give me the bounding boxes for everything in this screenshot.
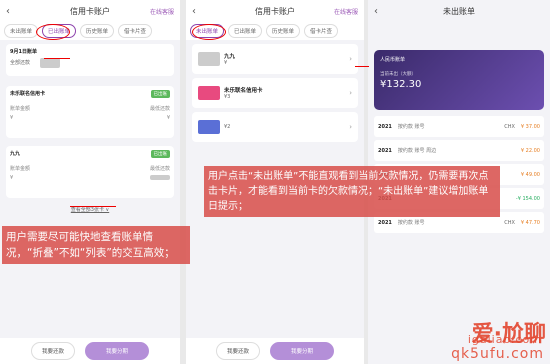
page-title: 信用卡账户 [255,6,295,16]
nav-bar: ‹ 信用卡账户 在线客服 [0,0,180,22]
back-icon[interactable]: ‹ [192,6,196,17]
annotation-right: 用户点击“未出账单”不能直观看到当前欠款情况，仍需要再次点击卡片，才能看到当前卡… [204,166,500,217]
card-sub: ¥3 [224,94,231,100]
bill-date: 9月1日账单 [10,49,37,55]
tab-cards[interactable]: 借卡片查 [304,24,339,38]
card-name: 九九 [224,54,236,60]
blurred-value [150,175,170,180]
tx-amount: ¥ 37.00 [520,123,540,130]
bill-sub: 全部还款 [10,60,31,66]
highlight-ellipse [36,24,70,40]
expand-link[interactable]: 查看全部3张卡 ∨ [0,206,180,213]
tab-history[interactable]: 历史账单 [80,24,115,38]
card-row[interactable]: 九九 ¥ › [192,44,358,74]
label: 最低还款 [149,166,170,172]
card-name: 未乐联名信用卡 [224,88,263,94]
card-item[interactable]: 九九 已出账 账单金额 最低还款 ¥ [6,146,174,198]
tx-desc: 按约款 账号 周边 [397,148,437,154]
card-row[interactable]: 未乐联名信用卡 ¥3 › [192,78,358,108]
card-thumbnail [198,86,220,100]
nav-bar: ‹ 信用卡账户 在线客服 [186,0,364,22]
back-icon[interactable]: ‹ [6,6,10,17]
card-sub: ¥ [224,60,228,66]
back-icon[interactable]: ‹ [374,6,378,17]
card-name: 九九 [10,151,21,157]
bill-summary-card: 9月1日账单 全部还款 [6,44,174,76]
watermark-url-2: igaliao.com [467,333,542,346]
tab-unbilled[interactable]: 未出账单 [4,24,39,38]
card-item[interactable]: 未乐联名信用卡 已出账 账单金额 最低还款 ¥ ¥ [6,86,174,138]
installment-button[interactable]: 我要分期 [270,342,335,360]
bottom-bar: 我要还款 我要分期 [186,338,364,364]
card-row[interactable]: ¥2 › [192,112,358,142]
tx-date: 2021 [378,219,392,226]
chevron-right-icon: › [349,89,352,97]
page-title: 信用卡账户 [70,6,110,16]
watermark-url: qk5ufu.com [451,346,544,362]
chevron-right-icon: › [349,123,352,131]
card-sub: ¥2 [224,124,231,130]
annotation-left: 用户需要尽可能快地查看账单情况，“折叠”不如“列表”的交互高效； [2,226,190,264]
repay-button[interactable]: 我要还款 [215,342,260,360]
highlight-ellipse [192,24,226,40]
card-sub: 当前未出（大额） [380,72,416,77]
tx-amount: -¥ 154.00 [515,195,540,202]
bottom-bar: 我要还款 我要分期 [0,338,180,364]
annotation-underline [70,206,116,207]
tx-desc: 按约款 账号 [397,220,425,226]
transaction-row[interactable]: 2021 按约款 账号 周边 ¥ 22.00 [374,140,544,161]
tx-amount: ¥ 22.00 [520,147,540,154]
tx-date: 2021 [378,147,392,154]
page-title: 未出账单 [443,6,475,16]
label: 账单金额 [10,106,31,112]
value: ¥ [10,175,14,181]
service-link[interactable]: 在线客服 [150,7,174,16]
annotation-arrow [355,66,369,67]
tx-date: 2021 [378,123,392,130]
label: 最低还款 [149,106,170,112]
tx-ref: CHX [504,123,515,130]
tx-desc: 按约款 账号 [397,124,425,130]
transaction-row[interactable]: 2021 按约款 账号 CHX ¥ 37.00 [374,116,544,137]
card-label: 人民币账单 [380,57,406,63]
blurred-value [40,58,60,68]
unbilled-amount: ¥132.30 [380,79,422,90]
nav-bar: ‹ 未出账单 [368,0,550,22]
service-link[interactable]: 在线客服 [334,7,358,16]
chevron-right-icon: › [349,55,352,63]
value: ¥ [10,115,14,121]
unbilled-summary-card: 人民币账单 当前未出（大额） ¥132.30 [374,50,544,110]
annotation-underline [44,58,70,59]
status-badge: 已出账 [150,150,170,158]
card-thumbnail [198,120,220,134]
tx-amount: ¥ 49.00 [520,171,540,178]
status-badge: 已出账 [150,90,170,98]
tab-history[interactable]: 历史账单 [266,24,301,38]
tab-billed[interactable]: 已出账单 [228,24,263,38]
phone-panel-1: ‹ 信用卡账户 在线客服 未出账单 已出账单 历史账单 借卡片查 9月1日账单 … [0,0,180,364]
tx-amount: ¥ 47.70 [520,219,540,226]
label: 账单金额 [10,166,31,172]
installment-button[interactable]: 我要分期 [85,342,150,360]
card-name: 未乐联名信用卡 [10,91,46,97]
repay-button[interactable]: 我要还款 [30,342,75,360]
card-thumbnail [198,52,220,66]
tab-bar: 未出账单 已出账单 历史账单 借卡片查 [0,22,180,40]
value: ¥ [166,115,170,121]
tab-cards[interactable]: 借卡片查 [118,24,153,38]
tx-ref: CHX [504,219,515,226]
